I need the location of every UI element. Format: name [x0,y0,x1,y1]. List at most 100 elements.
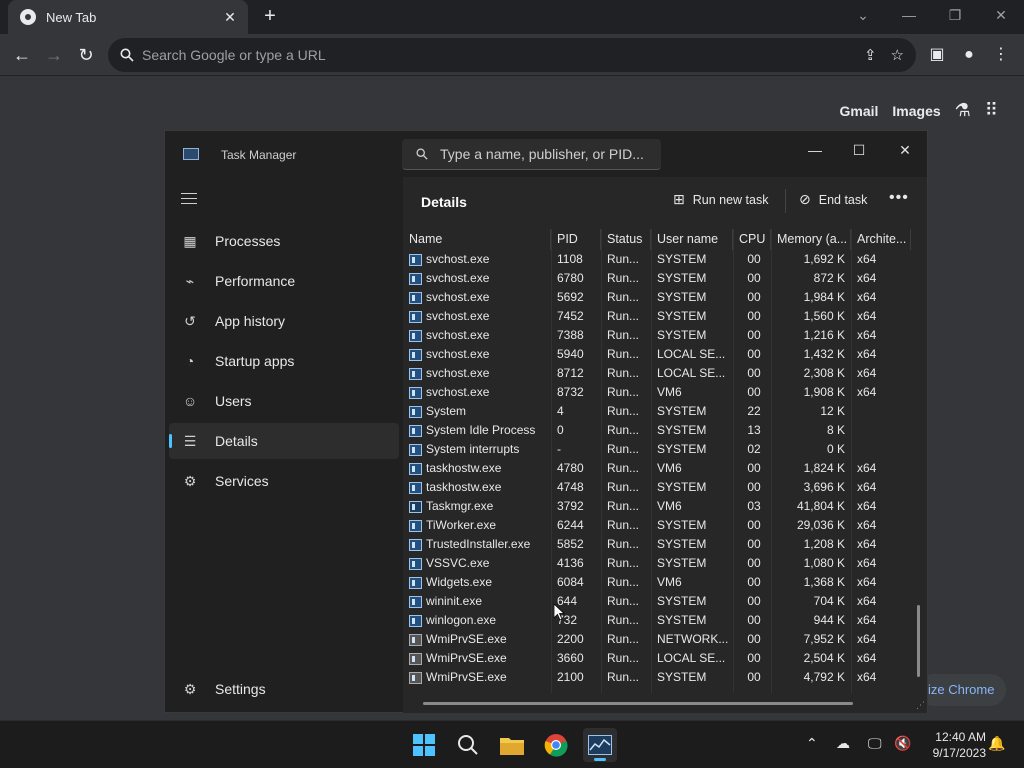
volume-muted-icon[interactable]: 🔇 [894,735,911,752]
chrome-menu-icon[interactable]: ⋮ [988,42,1014,68]
tm-close-icon[interactable]: ✕ [882,135,928,165]
column-header-status[interactable]: Status [601,229,651,250]
table-row[interactable]: svchost.exe 5692 Run... SYSTEM 00 1,984 K x64 [403,288,913,307]
table-row[interactable]: svchost.exe 6780 Run... SYSTEM 00 872 K x64 [403,269,913,288]
startup-icon: ◔ [185,353,195,369]
sidebar-item-startup-apps[interactable]: ◔ Startup apps [169,343,399,379]
sidebar-item-services[interactable]: ⚙ Services [169,463,399,499]
table-row[interactable]: svchost.exe 5940 Run... LOCAL SE... 00 1,432 … [403,345,913,364]
chrome-taskbar-button[interactable] [539,728,573,762]
hamburger-menu-icon[interactable] [181,193,197,208]
table-row[interactable]: WmiPrvSE.exe 2100 Run... SYSTEM 00 4,792 K x64 [403,668,913,687]
task-manager-taskbar-button[interactable] [583,728,617,762]
images-link[interactable]: Images [892,103,940,119]
network-icon[interactable]: 🖵 [868,735,882,752]
cell-cpu: 02 [747,442,761,456]
table-row[interactable]: Widgets.exe 6084 Run... VM6 00 1,368 K x64 [403,573,913,592]
bookmark-star-icon[interactable]: ☆ [891,46,904,64]
sidebar-item-app-history[interactable]: ↺ App history [169,303,399,339]
table-row[interactable]: wininit.exe 644 Run... SYSTEM 00 704 Kx64 [403,592,913,611]
taskbar-clock[interactable]: 12:40 AM 9/17/2023 [922,729,986,761]
vertical-scrollbar[interactable] [917,605,920,677]
cell-user-name: VM6 [657,385,682,399]
cell-status: Run... [607,518,640,532]
table-row[interactable]: winlogon.exe 732 Run... SYSTEM 00 944 Kx64 [403,611,913,630]
table-row[interactable]: taskhostw.exe 4780 Run... VM6 00 1,824 K x64 [403,459,913,478]
cell-memory: 7,952 K [803,632,845,646]
table-row[interactable]: svchost.exe 8712 Run... LOCAL SE... 00 2,308 … [403,364,913,383]
run-new-task-icon: ⊞ [673,191,685,207]
profile-icon[interactable]: ● [956,42,982,68]
table-row[interactable]: taskhostw.exe 4748 Run... SYSTEM 00 3,696 K x6… [403,478,913,497]
cell-pid: 7452 [557,309,584,323]
table-row[interactable]: WmiPrvSE.exe 2200 Run... NETWORK... 00 7,952 … [403,630,913,649]
cloud-sync-icon[interactable]: ☁ [836,735,850,752]
mouse-cursor-icon [554,604,565,621]
tm-minimize-icon[interactable]: — [792,135,838,165]
customize-chrome-button[interactable]: ize Chrome [918,674,1006,706]
table-row[interactable]: VSSVC.exe 4136 Run... SYSTEM 00 1,080 K x64 [403,554,913,573]
sidebar-item-processes[interactable]: ▦ Processes [169,223,399,259]
reload-icon[interactable]: ↻ [73,42,99,68]
process-search-input[interactable] [440,146,650,162]
tab-search-icon[interactable]: ⌄ [840,0,886,30]
labs-flask-icon[interactable]: ⚗ [955,100,971,121]
table-row[interactable]: svchost.exe 7452 Run... SYSTEM 00 1,560 K x64 [403,307,913,326]
cell-architecture: x64 [857,575,877,589]
table-row[interactable]: WmiPrvSE.exe 3660 Run... LOCAL SE... 00 2,504… [403,649,913,668]
folder-icon [500,738,524,755]
table-row[interactable]: svchost.exe 1108 Run... SYSTEM 00 1,692 K x64 [403,250,913,269]
close-icon[interactable]: ✕ [978,0,1024,30]
column-header-cpu[interactable]: CPU [733,229,771,250]
more-options-icon[interactable]: ••• [889,189,909,207]
cell-name: svchost.exe [409,269,549,288]
apps-grid-icon[interactable]: ⠿ [985,100,998,121]
search-icon [416,148,428,160]
sidebar-item-settings[interactable]: ⚙ Settings [169,671,399,707]
table-row[interactable]: System Idle Process 0 Run... SYSTEM 13 8 K [403,421,913,440]
table-row[interactable]: svchost.exe 7388 Run... SYSTEM 00 1,216 K x64 [403,326,913,345]
cell-memory: 4,792 K [803,670,845,684]
cell-pid: 8732 [557,385,584,399]
cell-user-name: SYSTEM [657,309,707,323]
minimize-icon[interactable]: — [886,0,932,30]
cell-user-name: SYSTEM [657,537,707,551]
show-hidden-icons-chevron-icon[interactable]: ⌃ [806,735,818,752]
column-header-user-name[interactable]: User name [651,229,733,250]
restore-icon[interactable]: ❐ [932,0,978,30]
share-icon[interactable]: ⇪ [864,46,877,64]
back-icon[interactable]: ← [9,42,35,68]
tab-new-tab[interactable]: New Tab ✕ [8,0,248,34]
table-row[interactable]: System interrupts - Run... SYSTEM 02 0 K [403,440,913,459]
table-row[interactable]: Taskmgr.exe 3792 Run... VM6 03 41,804 K x64 [403,497,913,516]
notifications-bell-icon[interactable]: 🔔 [988,735,1005,752]
start-button[interactable] [407,728,441,762]
resize-grip-icon[interactable]: ⋰ [916,700,926,710]
column-header-pid[interactable]: PID [551,229,601,250]
omnibox[interactable]: Search Google or type a URL ⇪ ☆ [108,38,916,72]
process-search-box[interactable] [402,139,661,170]
gmail-link[interactable]: Gmail [840,103,879,119]
sidebar-item-users[interactable]: ☺ Users [169,383,399,419]
sidebar-item-performance[interactable]: ⌁ Performance [169,263,399,299]
cell-cpu: 00 [747,347,761,361]
table-row[interactable]: TrustedInstaller.exe 5852 Run... SYSTEM 00 1,… [403,535,913,554]
tm-maximize-icon[interactable]: ☐ [836,135,882,165]
table-row[interactable]: svchost.exe 8732 Run... VM6 00 1,908 K x64 [403,383,913,402]
end-task-button[interactable]: ⊘ End task [799,191,867,208]
cell-status: Run... [607,309,640,323]
side-panel-icon[interactable]: ▣ [924,42,950,68]
table-row[interactable]: TiWorker.exe 6244 Run... SYSTEM 00 29,036 K x6… [403,516,913,535]
tab-close-icon[interactable]: ✕ [222,9,238,26]
taskbar-search-button[interactable] [451,728,485,762]
new-tab-button[interactable]: + [258,4,282,28]
column-header-memory[interactable]: Memory (a... [771,229,851,250]
cell-user-name: LOCAL SE... [657,651,726,665]
column-header-architecture[interactable]: Archite... [851,229,911,250]
sidebar-item-details[interactable]: ☰ Details [169,423,399,459]
horizontal-scrollbar[interactable] [423,702,853,705]
forward-icon[interactable]: → [41,42,67,68]
file-explorer-button[interactable] [495,728,529,762]
run-new-task-button[interactable]: ⊞ Run new task [673,191,768,208]
table-row[interactable]: System 4 Run... SYSTEM 22 12 K [403,402,913,421]
